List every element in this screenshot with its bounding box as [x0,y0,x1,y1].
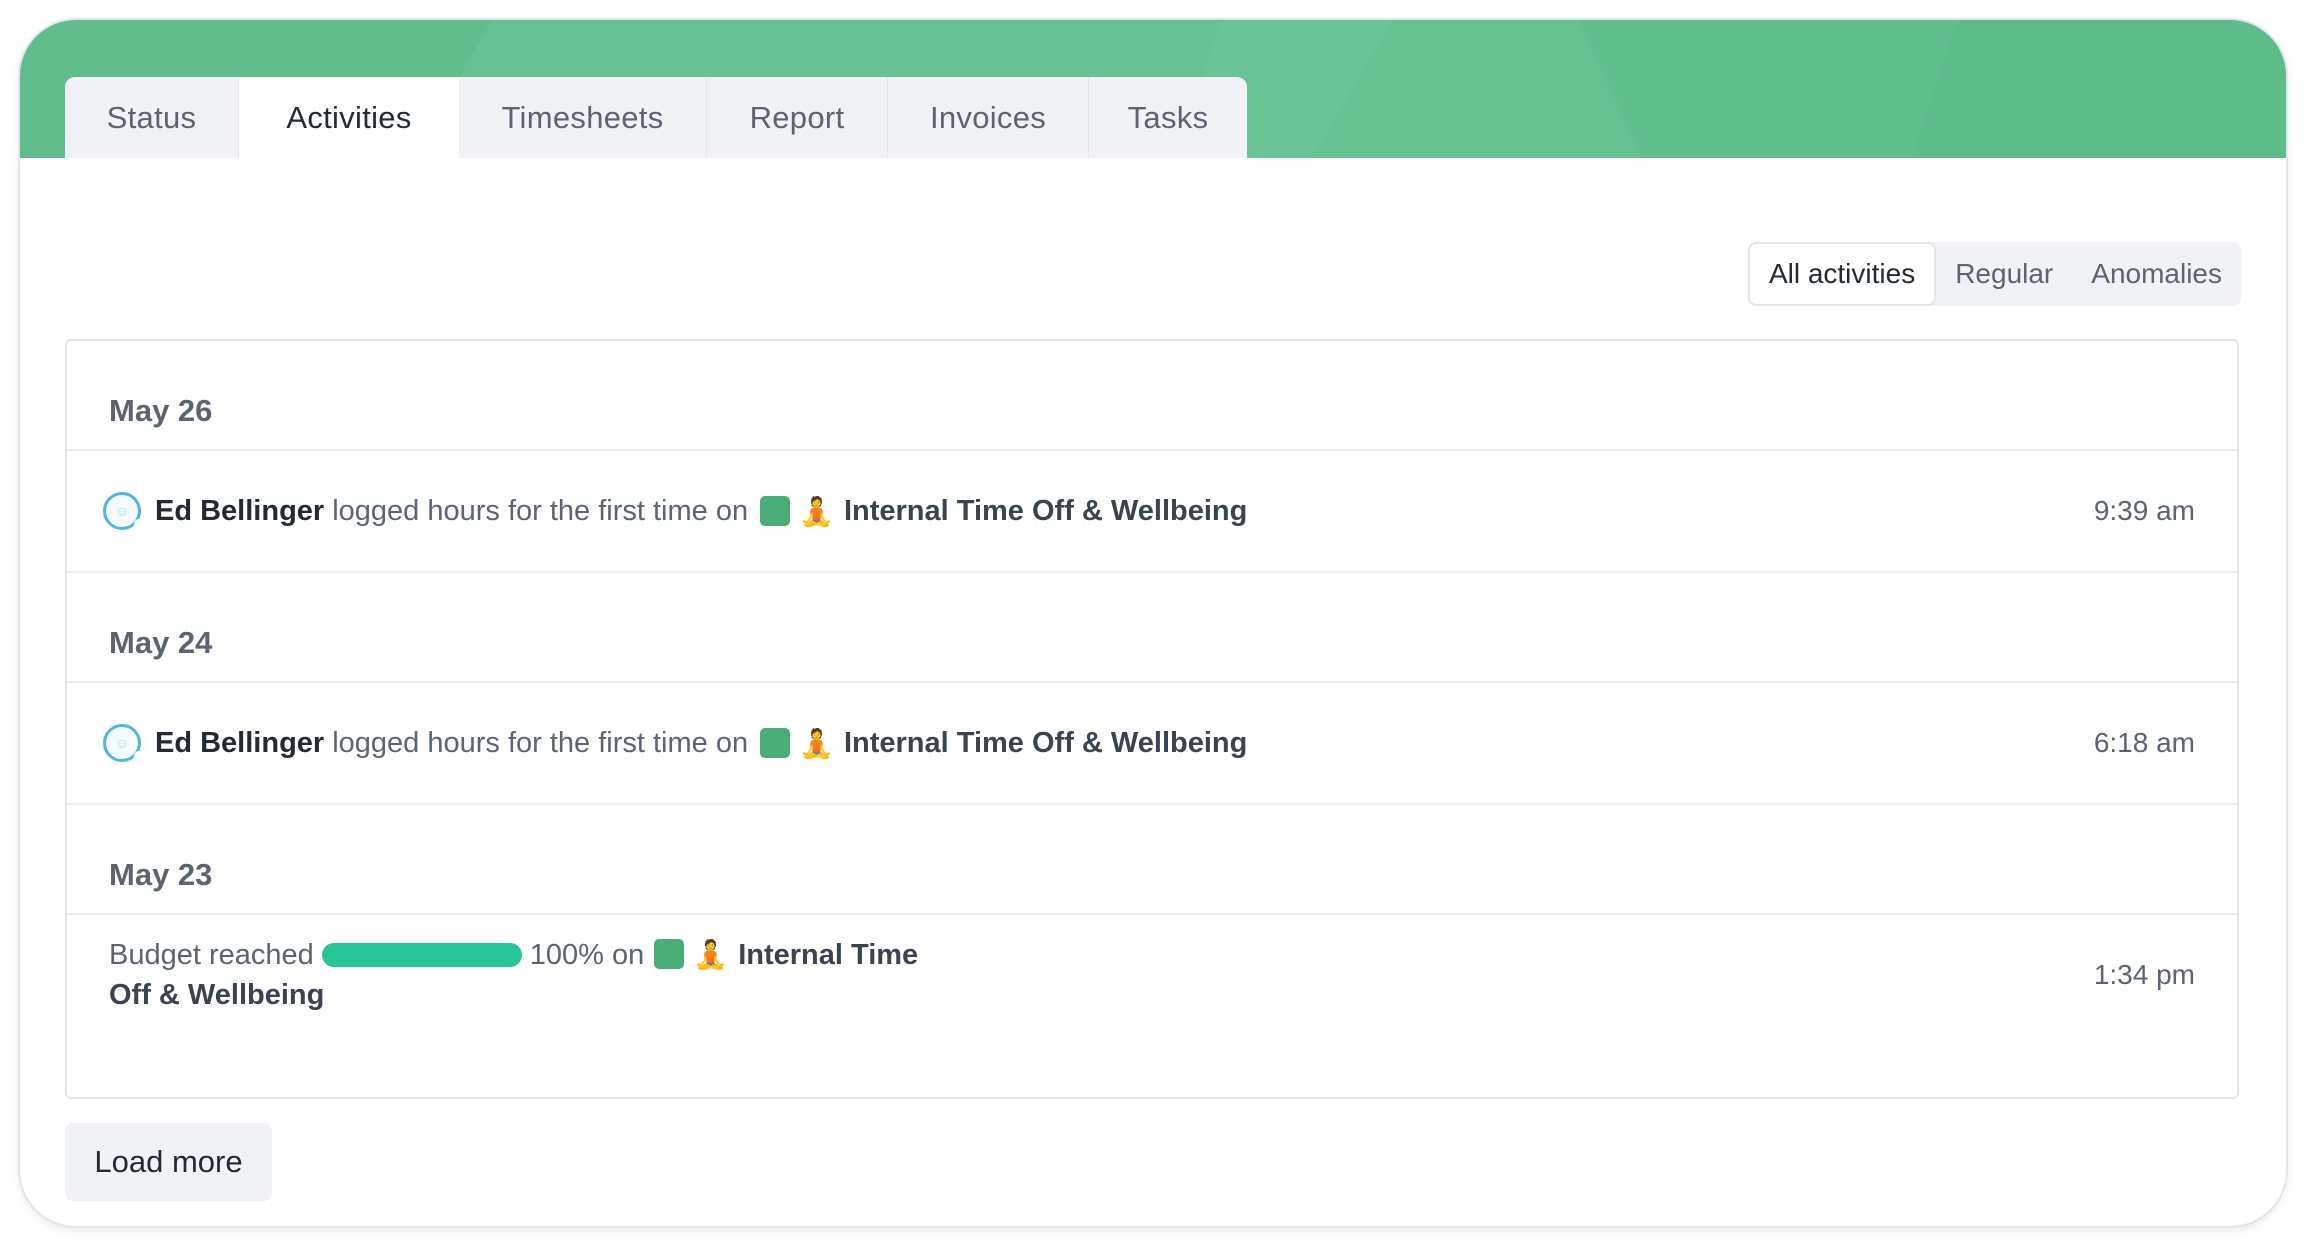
load-more-button[interactable]: Load more [65,1123,272,1201]
date-heading: May 23 [67,805,2237,915]
activity-feed: May 26 ☺ Ed Bellinger logged hours for t… [65,339,2239,1099]
tab-status[interactable]: Status [65,77,239,158]
project-card: Status Activities Timesheets Report Invo… [20,20,2286,1226]
project-color-swatch [760,728,791,758]
project-link[interactable]: Internal Time Off & Wellbeing [844,727,1247,760]
avatar[interactable]: ☺ [103,724,144,762]
filter-regular[interactable]: Regular [1936,242,2072,306]
person-name[interactable]: Ed Bellinger [155,495,324,528]
activity-filter: All activities Regular Anomalies [1747,242,2241,306]
activity-time: 9:39 am [2093,495,2195,526]
avatar[interactable]: ☺ [103,492,144,530]
filter-all-activities[interactable]: All activities [1747,242,1937,306]
tab-bar: Status Activities Timesheets Report Invo… [65,77,1247,158]
tab-activities[interactable]: Activities [239,77,459,158]
tab-invoices[interactable]: Invoices [888,77,1089,158]
person-name[interactable]: Ed Bellinger [155,727,324,760]
activity-time: 6:18 am [2093,727,2195,758]
activity-text: ☺ Ed Bellinger logged hours for the firs… [103,724,1247,762]
filter-anomalies[interactable]: Anomalies [2072,242,2241,306]
project-link[interactable]: Internal Time Off & Wellbeing [844,495,1247,528]
header-decoration [1550,20,2286,158]
tab-report[interactable]: Report [707,77,888,158]
budget-activity-text: Budget reached 100% on 🧘 Internal Time Off… [109,935,929,1015]
tab-timesheets[interactable]: Timesheets [459,77,707,158]
project-color-swatch [760,496,791,526]
tab-tasks[interactable]: Tasks [1089,77,1247,158]
budget-label: Budget reached [109,939,314,971]
activity-action: logged hours for the first time on [332,494,749,527]
project-color-swatch [654,939,685,969]
activity-time: 1:34 pm [2093,959,2195,990]
activity-action: logged hours for the first time on [332,726,749,759]
activity-row: ☺ Ed Bellinger logged hours for the firs… [67,451,2237,573]
activity-row: Budget reached 100% on 🧘 Internal Time Off… [67,915,2237,1035]
budget-percent: 100% on [529,939,645,971]
person-in-lotus-position-icon: 🧘 [799,495,834,527]
budget-progress-bar [321,943,522,967]
person-in-lotus-position-icon: 🧘 [693,939,729,970]
date-heading: May 24 [67,573,2237,683]
activity-row: ☺ Ed Bellinger logged hours for the firs… [67,683,2237,805]
date-heading: May 26 [67,341,2237,451]
activity-text: ☺ Ed Bellinger logged hours for the firs… [103,492,1247,530]
person-in-lotus-position-icon: 🧘 [799,727,834,759]
